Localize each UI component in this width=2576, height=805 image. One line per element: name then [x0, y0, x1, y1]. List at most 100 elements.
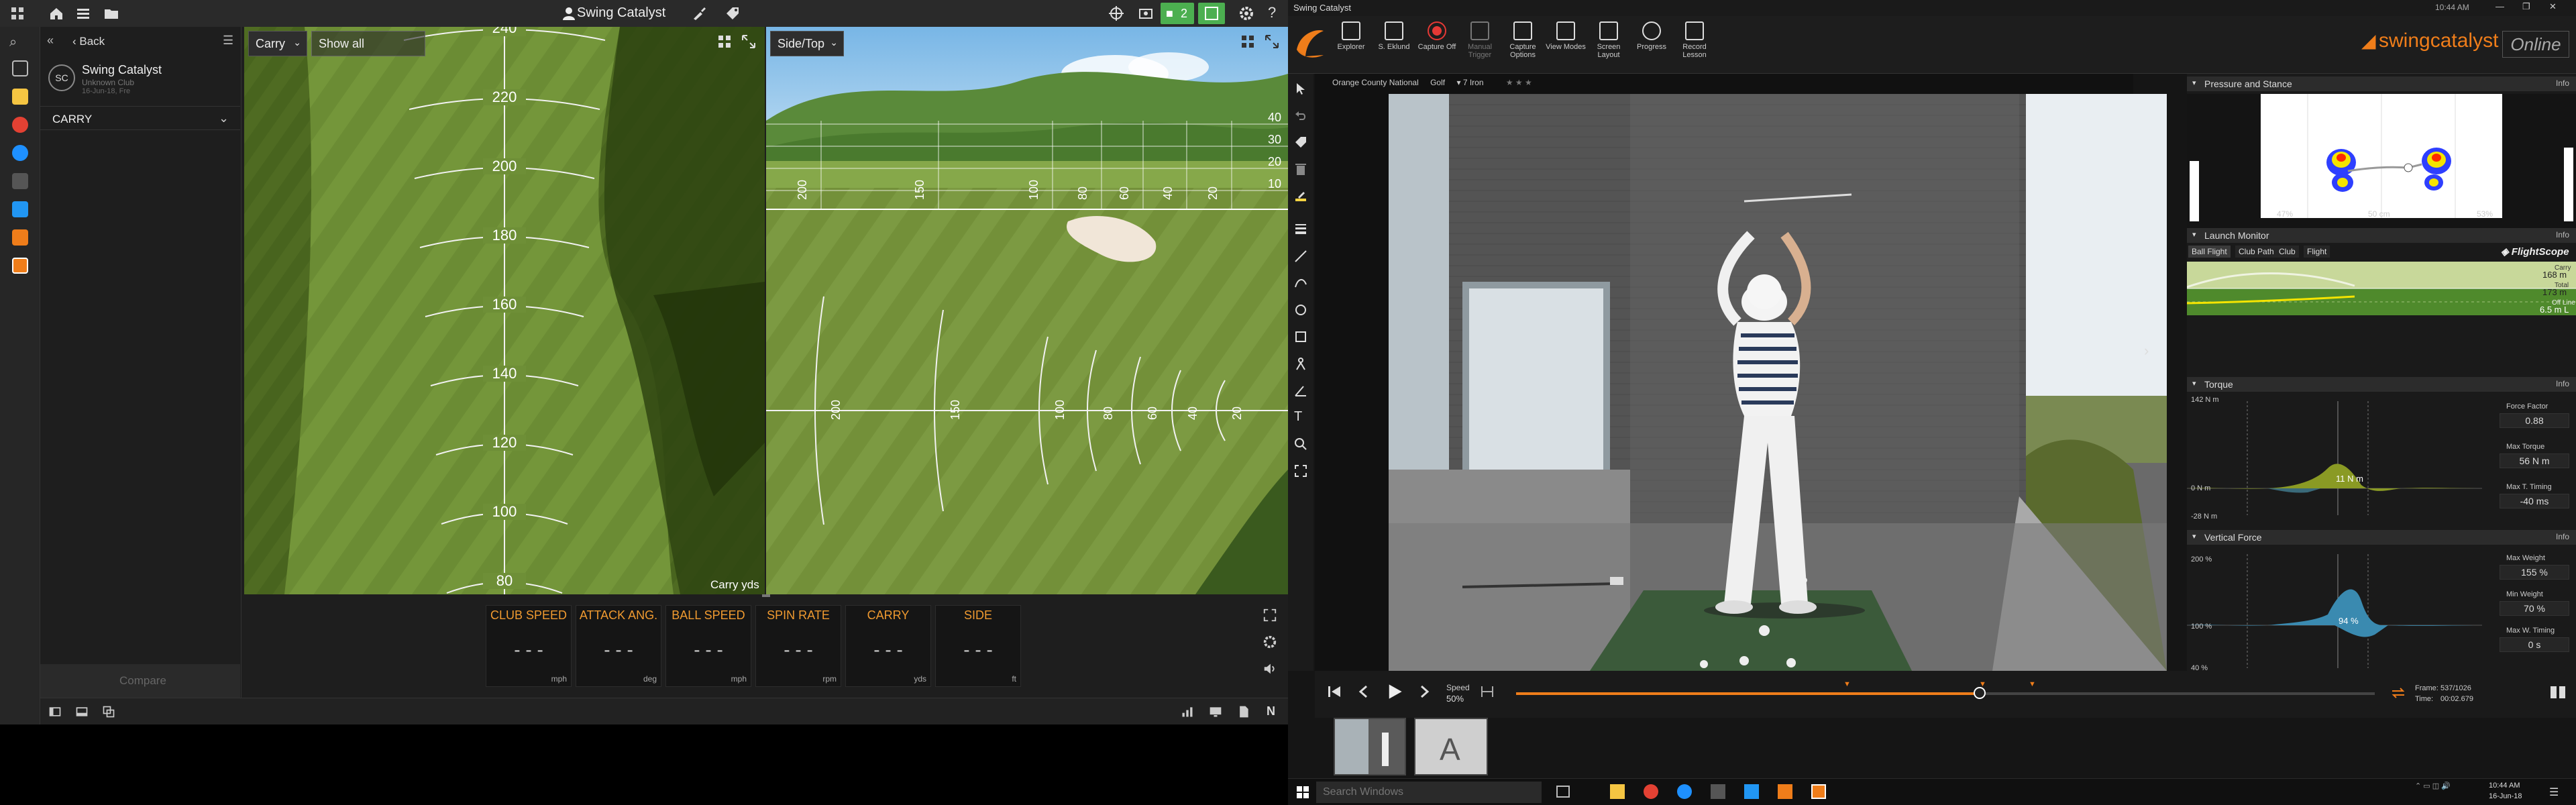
pressure-panel-header[interactable]: ▾ Pressure and Stance Info — [2187, 76, 2576, 91]
splitter-handle[interactable] — [762, 594, 770, 597]
app-menu-logo[interactable] — [1293, 23, 1327, 63]
help-icon[interactable]: ? — [1268, 4, 1276, 21]
north-indicator[interactable]: N — [1267, 704, 1275, 718]
outlook-icon[interactable] — [12, 201, 28, 217]
layout-badge[interactable] — [1198, 3, 1225, 24]
tag-icon[interactable] — [724, 5, 741, 21]
grid-view-icon[interactable] — [1240, 34, 1256, 50]
line-weight-icon[interactable] — [1294, 221, 1307, 235]
terminal-icon[interactable] — [12, 173, 28, 189]
torque-panel-header[interactable]: ▾ Torque Info — [2187, 377, 2576, 392]
expand-icon[interactable] — [741, 34, 757, 50]
marker-icon[interactable]: ▼ — [1979, 680, 1986, 688]
ribbon-button-progress[interactable]: Progress — [1631, 21, 1672, 51]
stat-card[interactable]: CLUB SPEED - - - mph — [486, 605, 572, 687]
online-button[interactable]: Online — [2502, 31, 2569, 58]
compare-button[interactable]: Compare — [40, 664, 240, 698]
maximize-icon[interactable]: ❐ — [2522, 1, 2530, 12]
stat-card[interactable]: CARRY - - - yds — [845, 605, 931, 687]
launch-panel-header[interactable]: ▾ Launch Monitor Info — [2187, 228, 2576, 243]
text-tool-icon[interactable]: T — [1294, 409, 1307, 424]
skype-icon[interactable] — [1677, 784, 1692, 799]
ribbon-button-record-lesson[interactable]: Record Lesson — [1674, 21, 1715, 59]
brush-icon[interactable] — [691, 5, 707, 21]
carry-top-view[interactable]: 240 220 200 180 160 140 120 100 80 Carry ⌄ Show … — [244, 27, 765, 594]
window-icon[interactable] — [12, 60, 28, 76]
launch-info-button[interactable]: Info — [2556, 230, 2569, 239]
undo-icon[interactable] — [1294, 109, 1307, 122]
highlighter-icon[interactable] — [1294, 189, 1307, 203]
speed-value[interactable]: 50% — [1446, 694, 1464, 704]
circle-tool-icon[interactable] — [1294, 303, 1307, 317]
marker-icon[interactable]: ▼ — [1843, 680, 1851, 688]
tray-icons[interactable]: ⌃ ▭ ◫ 🔊 — [2415, 782, 2451, 790]
stat-card[interactable]: SPIN RATE - - - rpm — [755, 605, 841, 687]
file-explorer-icon[interactable] — [1610, 784, 1625, 799]
back-link[interactable]: ‹ Back — [72, 35, 105, 48]
minimize-icon[interactable]: — — [2496, 1, 2504, 11]
ribbon-button-user[interactable]: S. Eklund — [1374, 21, 1414, 51]
person-tool-icon[interactable] — [1294, 357, 1307, 370]
timeline-track[interactable]: ▼ ▼ ▼ — [1516, 680, 2375, 699]
list-icon[interactable] — [75, 5, 91, 21]
trim-icon[interactable] — [1480, 684, 1495, 699]
vertical-info-button[interactable]: Info — [2556, 532, 2569, 541]
loop-icon[interactable] — [2390, 686, 2407, 700]
ribbon-button-record[interactable]: Capture Off — [1417, 21, 1457, 51]
document-icon[interactable] — [1237, 705, 1250, 718]
ribbon-button-explorer[interactable]: Explorer — [1331, 21, 1371, 51]
skip-start-icon[interactable] — [1327, 684, 1342, 699]
folder-icon[interactable] — [103, 5, 119, 21]
stat-card[interactable]: BALL SPEED - - - mph — [665, 605, 751, 687]
layout-bottom-icon[interactable] — [75, 705, 89, 718]
step-back-icon[interactable] — [1356, 684, 1371, 699]
layout-window-icon[interactable] — [102, 705, 115, 718]
play-icon[interactable] — [1386, 683, 1403, 700]
gear-icon[interactable] — [1238, 5, 1254, 21]
chevron-right-icon[interactable]: › — [2144, 342, 2149, 360]
step-forward-icon[interactable] — [1417, 684, 1432, 699]
camera-count-badge[interactable]: ■ 2 — [1161, 3, 1194, 24]
chrome-icon[interactable] — [1644, 784, 1658, 799]
screenshot-icon[interactable] — [1138, 5, 1154, 21]
volume-icon[interactable] — [1263, 661, 1277, 676]
layout-sidebar-icon[interactable] — [48, 705, 62, 718]
timeline-playhead[interactable] — [1974, 687, 1986, 699]
search-icon[interactable]: ⌕ — [9, 35, 17, 50]
grid-view-icon[interactable] — [716, 34, 733, 50]
view-mode-dropdown[interactable]: Side/Top ⌄ — [770, 31, 844, 56]
angle-tool-icon[interactable] — [1294, 384, 1307, 397]
monitor-icon[interactable] — [1209, 705, 1222, 718]
show-all-toggle[interactable]: Show all — [311, 31, 425, 56]
tag-icon[interactable] — [1294, 136, 1307, 149]
task-view-icon[interactable] — [1556, 786, 1570, 798]
swing-catalyst-active-icon[interactable] — [12, 258, 28, 274]
ribbon-button-view-modes[interactable]: View Modes — [1546, 21, 1586, 51]
launch-tab[interactable]: Ball Flight — [2188, 246, 2231, 258]
collapse-icon[interactable]: « — [47, 34, 54, 48]
pointer-icon[interactable] — [1294, 82, 1307, 95]
grid-icon[interactable] — [9, 5, 25, 21]
ribbon-button-screen-layout[interactable]: Screen Layout — [1589, 21, 1629, 59]
book-icon[interactable] — [2549, 684, 2567, 700]
home-icon[interactable] — [48, 5, 64, 21]
torque-info-button[interactable]: Info — [2556, 379, 2569, 388]
side-top-view[interactable]: 40 30 20 10 200 150 100 80 60 40 20 200 150 100 80 60 4… — [766, 27, 1288, 594]
ribbon-button-capture-options[interactable]: Capture Options — [1503, 21, 1543, 59]
avatar[interactable]: SC — [48, 64, 75, 91]
vertical-panel-header[interactable]: ▾ Vertical Force Info — [2187, 530, 2576, 545]
stat-card[interactable]: ATTACK ANG. - - - deg — [576, 605, 661, 687]
windows-start-icon[interactable] — [1296, 786, 1309, 799]
terminal-icon[interactable] — [1711, 784, 1725, 799]
stat-card[interactable]: SIDE - - - ft — [935, 605, 1021, 687]
trash-icon[interactable] — [1294, 162, 1307, 176]
rectangle-tool-icon[interactable] — [1294, 330, 1307, 343]
launch-tab[interactable]: Club — [2275, 246, 2299, 258]
clip-thumbnail-placeholder[interactable]: A — [1414, 718, 1488, 775]
rating-stars-icon[interactable]: ★ ★ ★ — [1506, 78, 1532, 87]
curve-tool-icon[interactable] — [1294, 276, 1307, 290]
hamburger-icon[interactable]: ☰ — [223, 34, 233, 48]
skype-icon[interactable] — [12, 145, 28, 161]
carry-section-header[interactable]: CARRY ⌄ — [40, 106, 240, 130]
settings-gear-icon[interactable] — [1263, 635, 1277, 649]
